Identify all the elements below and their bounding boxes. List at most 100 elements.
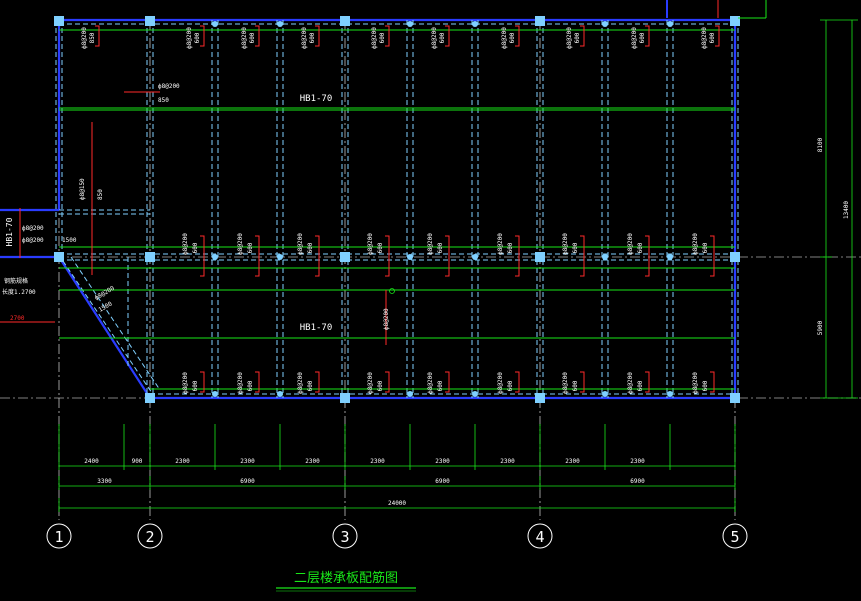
diagonal-bar-length: 1500: [98, 300, 114, 313]
left-bar-spec: ф8@200: [22, 237, 44, 244]
bottom-dimensions: 2400 900 2300 2300 2300 2300 2300 2300 2300 2300 3…: [58, 424, 736, 512]
column-marker: [535, 393, 545, 403]
rebar-bracket: [200, 235, 205, 277]
rebar-bracket: [255, 235, 260, 277]
axis-number: 4: [535, 528, 544, 546]
dim-row2-label: 6900: [240, 478, 255, 485]
rebar-spec-label: ф8@200: [241, 27, 248, 49]
side-dimensions: [820, 19, 858, 399]
beam-dashed-line: [62, 260, 155, 397]
rebar-spec-label: ф8@200: [237, 372, 244, 394]
drawing-canvas: ф8@200 850 ф8@200 600 ф8@200 600 ф8@200 600 ф8@2…: [0, 0, 861, 597]
rebar-length-label: 850: [89, 32, 96, 43]
rebar-spec-label: ф8@200: [182, 233, 189, 255]
rebar-spec-label: ф8@200: [297, 233, 304, 255]
beam-grid: [55, 20, 739, 398]
column-marker: [407, 254, 413, 260]
rebar-length-label: 600: [574, 32, 581, 43]
rebar-length-label: 600: [377, 242, 384, 253]
column-marker: [212, 21, 218, 27]
rebar-length-label: 600: [572, 242, 579, 253]
column-marker: [407, 391, 413, 397]
rebar-spec-label: ф8@200: [367, 233, 374, 255]
dim-row1-label: 2300: [175, 458, 190, 465]
axis-bubbles: 1 2 3 4 5: [46, 523, 748, 549]
column-marker: [730, 393, 740, 403]
column-marker: [340, 252, 350, 262]
dim-row2-label: 6900: [630, 478, 645, 485]
rebar-length-label: 600: [437, 380, 444, 391]
drawing-title: 二层楼承板配筋图: [294, 570, 398, 586]
center-vertical-spec: ф8@200: [383, 308, 390, 330]
side-dim-lower: 5900: [817, 320, 824, 335]
dim-total-label: 24000: [388, 500, 406, 507]
left-note-length: 长度1.2700: [2, 288, 36, 296]
left-vertical-length: 850: [97, 189, 104, 200]
slab-boundary: [57, 18, 737, 400]
rebar-spec-label: ф8@200: [631, 27, 638, 49]
axis-number: 3: [340, 528, 349, 546]
column-marker: [472, 21, 478, 27]
rebar-spec-label: ф8@200: [297, 372, 304, 394]
column-markers: [54, 16, 740, 403]
rebar-bracket: [515, 235, 520, 277]
column-marker: [535, 252, 545, 262]
column-marker: [535, 16, 545, 26]
rebar-length-label: 600: [377, 380, 384, 391]
rebar-spec-label: ф8@200: [431, 27, 438, 49]
rebar-spec-label: ф8@200: [497, 372, 504, 394]
column-marker: [730, 252, 740, 262]
dim-row1-label: 2300: [565, 458, 580, 465]
column-marker: [472, 391, 478, 397]
dim-row1-label: 2400: [84, 458, 99, 465]
upper-right-partial: [666, 0, 767, 19]
side-dim-total: 13400: [843, 201, 850, 219]
rebar-length-label: 600: [309, 32, 316, 43]
rebar-spec-label: ф8@200: [627, 233, 634, 255]
left-bar-length: 1500: [62, 237, 77, 244]
column-marker: [277, 254, 283, 260]
diagonal-bar-spec: ф8@200: [94, 285, 117, 302]
rebar-bracket: [445, 235, 450, 277]
rebar-length-label: 600: [702, 242, 709, 253]
left-bar-spec: ф8@200: [22, 225, 44, 232]
slab-label-upper: HB1-70: [300, 94, 333, 104]
axis-number: 5: [730, 528, 739, 546]
rebar-spec-label: ф8@200: [566, 27, 573, 49]
dim-row1-label: 2300: [500, 458, 515, 465]
upper-left-spec: ф8@200: [158, 83, 180, 90]
slab-label-left: HB1-70: [5, 217, 14, 246]
rebar-spec-label: ф8@200: [562, 233, 569, 255]
dim-row1-label: 2300: [240, 458, 255, 465]
slab-label-lower: HB1-70: [300, 323, 333, 333]
rebar-spec-label: ф8@200: [692, 233, 699, 255]
column-marker: [145, 393, 155, 403]
rebar-spec-label: ф8@200: [427, 372, 434, 394]
column-marker: [212, 254, 218, 260]
rebar-bracket: [645, 235, 650, 277]
left-note-spec: 钢筋规格: [4, 277, 28, 285]
left-vertical-spec: ф8@150: [79, 178, 86, 200]
dim-row2-label: 3300: [97, 478, 112, 485]
column-marker: [54, 16, 64, 26]
rebar-spec-label: ф8@200: [81, 27, 88, 49]
column-marker: [340, 393, 350, 403]
rebar-length-label: 600: [439, 32, 446, 43]
rebar-length-label: 600: [247, 380, 254, 391]
column-marker: [667, 254, 673, 260]
rebar-length-label: 600: [507, 242, 514, 253]
center-marker: [389, 288, 395, 294]
rebar-spec-label: ф8@200: [367, 372, 374, 394]
rebar-bracket: [580, 235, 585, 277]
column-marker: [212, 391, 218, 397]
upper-left-length: 850: [158, 97, 169, 104]
rebar-bracket: [710, 235, 715, 277]
rebar-length-label: 600: [247, 242, 254, 253]
axis-number: 2: [145, 528, 154, 546]
column-marker: [145, 252, 155, 262]
column-marker: [472, 254, 478, 260]
rebar-length-label: 600: [194, 32, 201, 43]
slab-reinforcement-drawing: ф8@200 850 ф8@200 600 ф8@200 600 ф8@200 600 ф8@2…: [0, 0, 861, 592]
column-marker: [277, 21, 283, 27]
rebar-length-label: 600: [572, 380, 579, 391]
